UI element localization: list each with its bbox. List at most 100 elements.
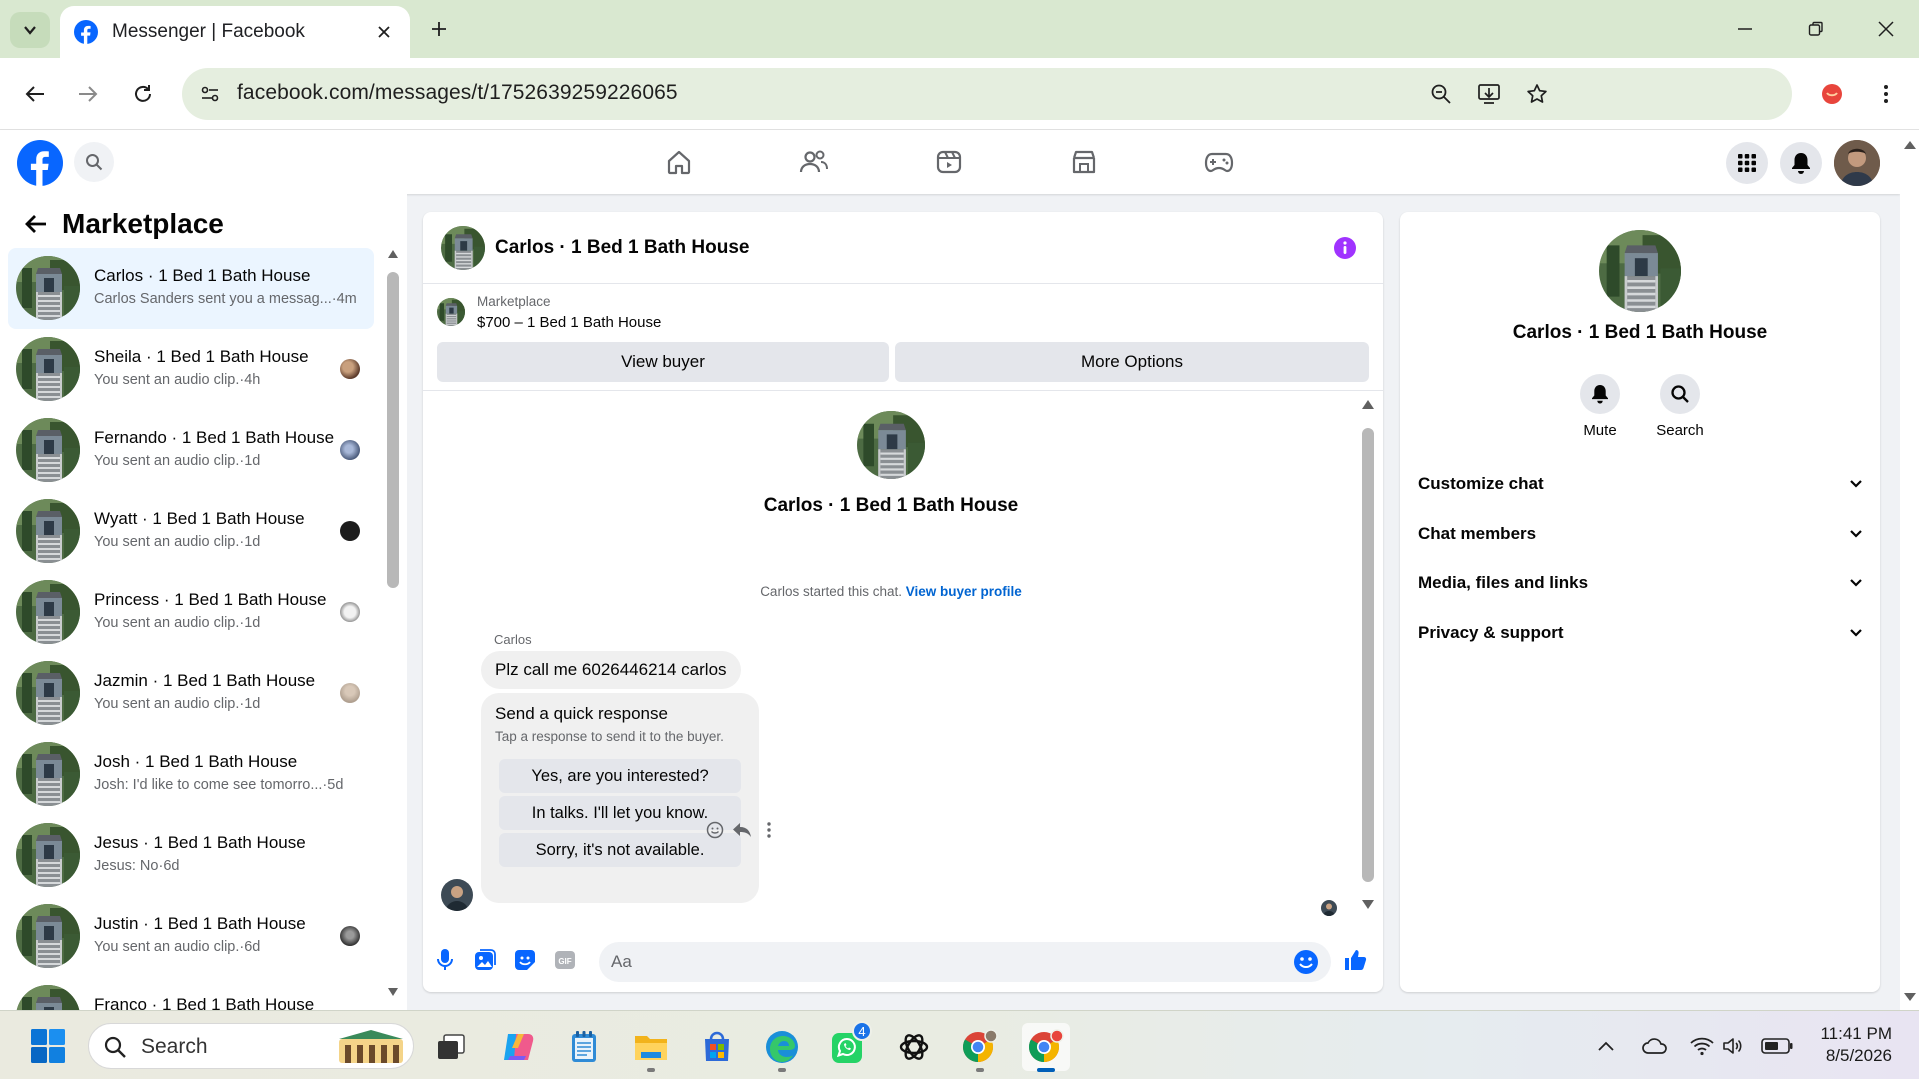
sender-avatar[interactable] — [441, 879, 473, 911]
reply-icon[interactable] — [731, 819, 753, 841]
close-window-icon[interactable] — [1871, 14, 1901, 44]
gaming-icon[interactable] — [1199, 144, 1239, 180]
sidebar-scrollbar[interactable] — [385, 248, 401, 998]
conversation-name: Princess · 1 Bed 1 Bath House — [94, 590, 327, 609]
show-hidden-icons-chevron-icon[interactable] — [1592, 1033, 1620, 1059]
more-options-button[interactable]: More Options — [895, 342, 1369, 382]
tab-search-button[interactable] — [10, 12, 50, 48]
buyer-avatar — [340, 359, 360, 379]
info-icon[interactable] — [1333, 236, 1357, 260]
forward-icon[interactable] — [70, 76, 106, 112]
copilot-icon[interactable] — [494, 1023, 542, 1071]
conversation-item[interactable]: Fernando · 1 Bed 1 Bath House You sent a… — [8, 410, 374, 491]
whatsapp-icon[interactable]: 4 — [824, 1021, 872, 1071]
marketplace-icon[interactable] — [1064, 144, 1104, 180]
install-app-icon[interactable] — [1474, 79, 1504, 109]
search-action[interactable]: Search — [1640, 374, 1720, 439]
scroll-thumb[interactable] — [1362, 428, 1374, 882]
zoom-icon[interactable] — [1426, 79, 1456, 109]
chevron-down-icon — [1846, 573, 1866, 593]
scroll-up-arrow-icon[interactable] — [1904, 140, 1916, 150]
voice-clip-icon[interactable] — [431, 946, 459, 974]
view-buyer-profile-link[interactable]: View buyer profile — [906, 584, 1022, 599]
facebook-search-button[interactable] — [74, 142, 114, 182]
close-tab-icon[interactable] — [372, 20, 396, 44]
view-buyer-button[interactable]: View buyer — [437, 342, 889, 382]
file-explorer-icon[interactable] — [627, 1023, 675, 1071]
back-arrow-icon[interactable] — [20, 208, 52, 240]
conversation-item[interactable]: Sheila · 1 Bed 1 Bath House You sent an … — [8, 329, 374, 410]
restore-icon[interactable] — [1801, 14, 1831, 44]
quick-response-button[interactable]: Yes, are you interested? — [499, 759, 741, 793]
scroll-down-arrow-icon[interactable] — [388, 988, 398, 996]
chrome-profile-2-icon[interactable] — [1022, 1023, 1070, 1071]
address-bar[interactable]: facebook.com/messages/t/1752639259226065 — [182, 68, 1792, 120]
account-avatar[interactable] — [1834, 140, 1880, 186]
scroll-up-arrow-icon[interactable] — [388, 250, 398, 258]
listing-title[interactable]: $700 – 1 Bed 1 Bath House — [477, 314, 661, 331]
extension-icon[interactable] — [1814, 76, 1850, 112]
browser-menu-icon[interactable] — [1868, 76, 1904, 112]
scroll-down-arrow-icon[interactable] — [1362, 900, 1374, 909]
media-files-links-section[interactable]: Media, files and links — [1418, 563, 1866, 603]
attach-image-icon[interactable] — [471, 946, 499, 974]
message-bubble[interactable]: Plz call me 6026446214 carlos — [481, 651, 741, 689]
home-icon[interactable] — [659, 144, 699, 180]
site-info-icon[interactable] — [196, 80, 224, 108]
react-smiley-icon[interactable] — [704, 819, 726, 841]
conversation-name: Franco · 1 Bed 1 Bath House — [94, 995, 315, 1010]
scroll-thumb[interactable] — [387, 272, 399, 588]
conversation-item[interactable]: Carlos · 1 Bed 1 Bath House Carlos Sande… — [8, 248, 374, 329]
chatgpt-icon[interactable] — [890, 1023, 938, 1071]
new-tab-plus-icon[interactable] — [424, 14, 454, 44]
conversation-item[interactable]: Jazmin · 1 Bed 1 Bath House You sent an … — [8, 653, 374, 734]
conversation-item[interactable]: Franco · 1 Bed 1 Bath House — [8, 977, 374, 1010]
like-thumb-icon[interactable] — [1341, 946, 1369, 974]
chat-thumbnail[interactable] — [441, 226, 485, 270]
menu-grid-button[interactable] — [1726, 142, 1768, 184]
mute-action[interactable]: Mute — [1560, 374, 1640, 439]
conversation-item[interactable]: Jesus · 1 Bed 1 Bath House Jesus: No·6d — [8, 815, 374, 896]
reload-icon[interactable] — [125, 76, 161, 112]
bookmark-star-icon[interactable] — [1522, 79, 1552, 109]
chat-scrollbar[interactable] — [1359, 398, 1377, 928]
windows-start-icon[interactable] — [30, 1028, 66, 1064]
message-input[interactable] — [611, 942, 1261, 982]
chrome-profile-1-icon[interactable] — [956, 1023, 1004, 1071]
friends-icon[interactable] — [794, 144, 834, 180]
emoji-icon[interactable] — [1293, 949, 1319, 975]
privacy-support-section[interactable]: Privacy & support — [1418, 613, 1866, 653]
back-icon[interactable] — [17, 76, 53, 112]
system-clock[interactable]: 11:41 PM 8/5/2026 — [1796, 1023, 1892, 1067]
volume-icon[interactable] — [1720, 1033, 1748, 1059]
message-input-box[interactable] — [599, 942, 1331, 982]
url-text[interactable]: facebook.com/messages/t/1752639259226065 — [237, 81, 678, 105]
taskbar-search-box[interactable]: Search — [88, 1023, 414, 1069]
battery-icon[interactable] — [1760, 1033, 1794, 1059]
page-scrollbar[interactable] — [1900, 130, 1919, 1010]
microsoft-store-icon[interactable] — [693, 1023, 741, 1071]
conversation-item[interactable]: Wyatt · 1 Bed 1 Bath House You sent an a… — [8, 491, 374, 572]
facebook-logo-icon[interactable] — [17, 140, 63, 186]
chat-members-section[interactable]: Chat members — [1418, 514, 1866, 554]
scroll-down-arrow-icon[interactable] — [1904, 992, 1916, 1002]
conversation-item[interactable]: Princess · 1 Bed 1 Bath House You sent a… — [8, 572, 374, 653]
scroll-up-arrow-icon[interactable] — [1362, 400, 1374, 409]
conversation-preview: Jesus: No·6d — [94, 858, 180, 874]
browser-tab[interactable]: Messenger | Facebook — [60, 6, 410, 58]
conversation-item[interactable]: Justin · 1 Bed 1 Bath House You sent an … — [8, 896, 374, 977]
gif-icon[interactable]: GIF — [551, 946, 579, 974]
sticker-icon[interactable] — [511, 946, 539, 974]
wifi-icon[interactable] — [1688, 1033, 1716, 1059]
chat-title[interactable]: Carlos · 1 Bed 1 Bath House — [495, 237, 749, 259]
video-icon[interactable] — [929, 144, 969, 180]
minimize-icon[interactable] — [1730, 14, 1760, 44]
notifications-button[interactable] — [1780, 142, 1822, 184]
onedrive-cloud-icon[interactable] — [1641, 1033, 1669, 1059]
conversation-item[interactable]: Josh · 1 Bed 1 Bath House Josh: I'd like… — [8, 734, 374, 815]
customize-chat-section[interactable]: Customize chat — [1418, 464, 1866, 504]
edge-browser-icon[interactable] — [758, 1023, 806, 1071]
notepad-icon[interactable] — [560, 1023, 608, 1071]
more-actions-icon[interactable] — [758, 819, 780, 841]
task-view-icon[interactable] — [427, 1023, 475, 1071]
